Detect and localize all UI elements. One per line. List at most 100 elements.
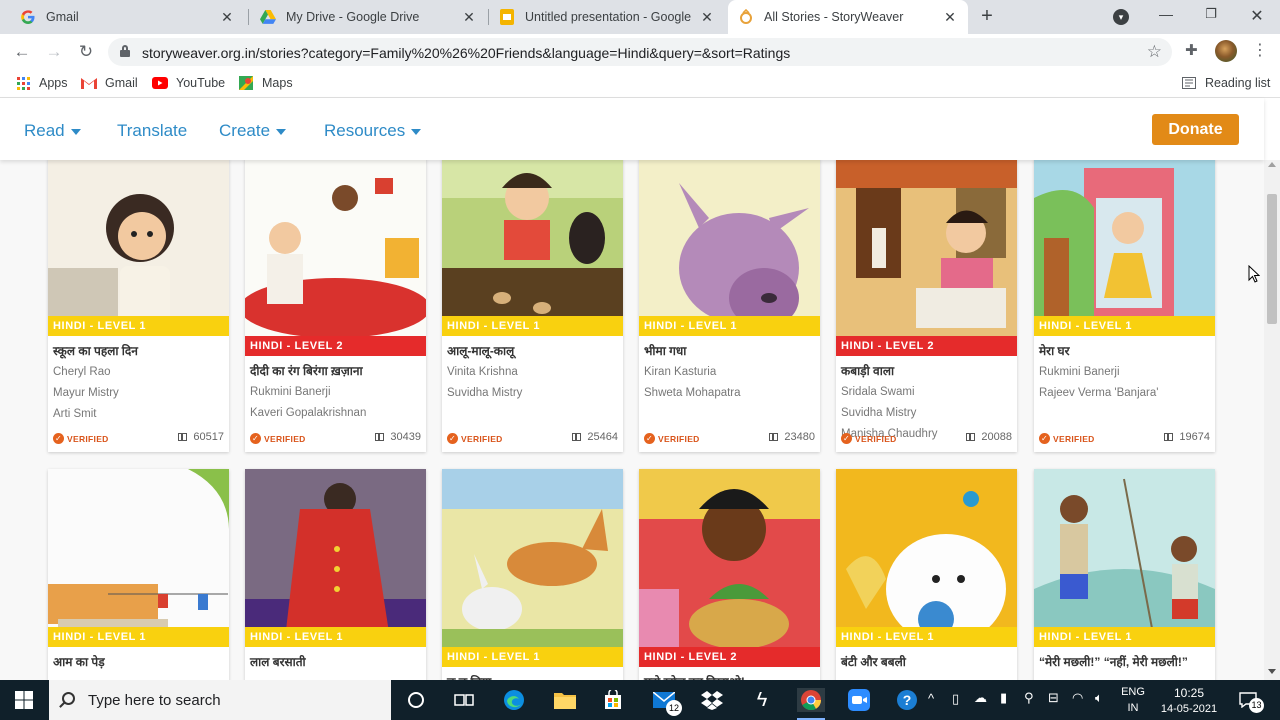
new-tab-plus-icon[interactable]: + <box>976 5 998 27</box>
nav-create[interactable]: Create <box>219 121 287 141</box>
clock[interactable]: 10:25 14-05-2021 <box>1156 686 1222 715</box>
story-title[interactable]: दीदी का रंग बिरंगा ख़ज़ाना <box>250 362 363 379</box>
file-explorer-icon[interactable] <box>553 688 577 712</box>
story-contributor[interactable]: Rukmini Banerji <box>250 386 331 398</box>
tab-close-icon[interactable]: ✕ <box>942 9 958 26</box>
story-contributor[interactable]: Shweta Mohapatra <box>644 387 741 399</box>
story-title[interactable]: भीमा गधा <box>644 342 686 359</box>
story-cover-image[interactable] <box>442 160 623 336</box>
story-cover-image[interactable] <box>245 160 426 336</box>
lightning-app-icon[interactable]: ϟ <box>750 688 774 712</box>
wifi-icon[interactable]: ◠ <box>1072 690 1083 706</box>
microsoft-store-icon[interactable] <box>601 688 625 712</box>
bookmark-maps[interactable]: Maps <box>238 76 293 90</box>
story-cover-image[interactable] <box>639 160 820 336</box>
tab-close-icon[interactable]: ✕ <box>699 9 715 26</box>
scroll-down-icon[interactable] <box>1268 669 1276 674</box>
microphone-icon[interactable]: ⚲ <box>1024 690 1034 706</box>
bookmark-apps[interactable]: Apps <box>15 76 68 90</box>
tab-google-drive[interactable]: My Drive - Google Drive ✕ <box>250 0 487 34</box>
story-contributor[interactable]: Arti Smit <box>53 408 96 420</box>
story-contributor[interactable]: Cheryl Rao <box>53 366 111 378</box>
dropbox-icon[interactable] <box>700 688 724 712</box>
story-card[interactable]: HINDI - LEVEL 1 स्कूल का पहला दिन Cheryl R… <box>48 160 229 452</box>
story-contributor[interactable]: Rukmini Banerji <box>1039 366 1120 378</box>
page-scrollbar[interactable] <box>1264 160 1280 680</box>
story-title[interactable]: मेरा घर <box>1039 342 1070 359</box>
story-contributor[interactable]: Kaveri Gopalakrishnan <box>250 407 366 419</box>
cortana-icon[interactable] <box>404 688 428 712</box>
story-card[interactable]: HINDI - LEVEL 2 दीदी का रंग बिरंगा ख़ज़ान… <box>245 160 426 452</box>
story-cover-image[interactable] <box>245 469 426 647</box>
show-hidden-icons-chevron-icon[interactable]: ^ <box>928 691 934 706</box>
story-title[interactable]: स्कूल का पहला दिन <box>53 342 138 359</box>
edge-browser-icon[interactable] <box>502 688 526 712</box>
nav-resources[interactable]: Resources <box>324 121 422 141</box>
extensions-puzzle-icon[interactable]: ✚ <box>1185 41 1198 59</box>
story-title[interactable]: “मेरी मछली!” “नहीं, मेरी मछली!” <box>1039 653 1188 670</box>
story-contributor[interactable]: Kiran Kasturia <box>644 366 716 378</box>
nav-translate[interactable]: Translate <box>117 121 187 141</box>
taskbar-search-box[interactable]: Type here to search <box>49 680 391 720</box>
chrome-taskbar-icon[interactable] <box>797 688 825 712</box>
story-contributor[interactable]: Vinita Krishna <box>447 366 518 378</box>
tab-storyweaver[interactable]: All Stories - StoryWeaver ✕ <box>728 0 968 34</box>
tab-google-slides[interactable]: Untitled presentation - Google Sl ✕ <box>489 0 725 34</box>
story-contributor[interactable]: Rajeev Verma 'Banjara' <box>1039 387 1158 399</box>
story-card[interactable]: HINDI - LEVEL 1 छू छू चिया <box>442 469 623 680</box>
forward-arrow-icon[interactable]: → <box>43 41 65 63</box>
story-cover-image[interactable] <box>1034 469 1215 647</box>
story-card[interactable]: HINDI - LEVEL 1 आम का पेड़ <box>48 469 229 680</box>
story-contributor[interactable]: Suvidha Mistry <box>447 387 522 399</box>
battery-icon[interactable]: ▮ <box>1000 690 1007 706</box>
story-title[interactable]: आम का पेड़ <box>53 653 105 670</box>
story-cover-image[interactable] <box>836 160 1017 336</box>
bookmark-gmail[interactable]: Gmail <box>81 76 138 90</box>
chrome-menu-icon[interactable]: ⋮ <box>1252 40 1268 60</box>
bookmark-star-icon[interactable]: ☆ <box>1147 42 1162 62</box>
tab-close-icon[interactable]: ✕ <box>219 9 235 26</box>
story-title[interactable]: बंटी और बबली <box>841 653 906 670</box>
profile-avatar[interactable] <box>1215 40 1237 62</box>
story-title[interactable]: मुझे खोज कर दिखाओ! <box>644 673 745 680</box>
onedrive-cloud-icon[interactable]: ☁ <box>974 690 987 706</box>
story-contributor[interactable]: Sridala Swami <box>841 386 915 398</box>
tab-search-chevron-icon[interactable]: ▾ <box>1113 9 1129 25</box>
nav-read[interactable]: Read <box>24 121 81 141</box>
story-card[interactable]: HINDI - LEVEL 1 भीमा गधा Kiran Kasturia Shw… <box>639 160 820 452</box>
story-contributor[interactable]: Mayur Mistry <box>53 387 119 399</box>
story-card[interactable]: HINDI - LEVEL 1 “मेरी मछली!” “नहीं, मेरी … <box>1034 469 1215 680</box>
story-cover-image[interactable] <box>639 469 820 647</box>
help-icon[interactable]: ? <box>895 688 919 712</box>
story-title[interactable]: कबाड़ी वाला <box>841 362 894 379</box>
task-view-icon[interactable] <box>452 688 476 712</box>
story-title[interactable]: आलू-मालू-कालू <box>447 342 514 359</box>
story-cover-image[interactable] <box>48 160 229 336</box>
tab-gmail[interactable]: Gmail ✕ <box>10 0 245 34</box>
story-title[interactable]: छू छू चिया <box>447 673 491 680</box>
reload-icon[interactable]: ↻ <box>75 41 97 63</box>
windows-start-icon[interactable] <box>12 688 36 712</box>
back-arrow-icon[interactable]: ← <box>11 41 33 63</box>
restore-icon[interactable]: ❐ <box>1200 6 1222 22</box>
story-contributor[interactable]: Suvidha Mistry <box>841 407 916 419</box>
window-close-icon[interactable]: ✕ <box>1246 6 1268 26</box>
donate-button[interactable]: Donate <box>1152 114 1239 145</box>
tab-close-icon[interactable]: ✕ <box>461 9 477 26</box>
network-icon[interactable]: ⊟ <box>1048 690 1059 706</box>
story-card[interactable]: HINDI - LEVEL 1 लाल बरसाती <box>245 469 426 680</box>
notifications-icon[interactable]: 13 <box>1236 688 1264 713</box>
reading-list-button[interactable]: Reading list <box>1181 76 1270 90</box>
minimize-icon[interactable]: — <box>1155 6 1177 22</box>
story-cover-image[interactable] <box>1034 160 1215 336</box>
speaker-icon[interactable]: 🔈︎ <box>1095 690 1103 706</box>
story-card[interactable]: HINDI - LEVEL 2 मुझे खोज कर दिखाओ! <box>639 469 820 680</box>
story-cover-image[interactable] <box>442 469 623 647</box>
scrollbar-thumb[interactable] <box>1267 194 1277 324</box>
story-title[interactable]: लाल बरसाती <box>250 653 306 670</box>
story-card[interactable]: HINDI - LEVEL 1 बंटी और बबली <box>836 469 1017 680</box>
url-text[interactable]: storyweaver.org.in/stories?category=Fami… <box>142 45 790 61</box>
language-indicator[interactable]: ENG IN <box>1120 686 1146 714</box>
address-bar[interactable]: storyweaver.org.in/stories?category=Fami… <box>108 38 1172 66</box>
story-cover-image[interactable] <box>48 469 229 647</box>
